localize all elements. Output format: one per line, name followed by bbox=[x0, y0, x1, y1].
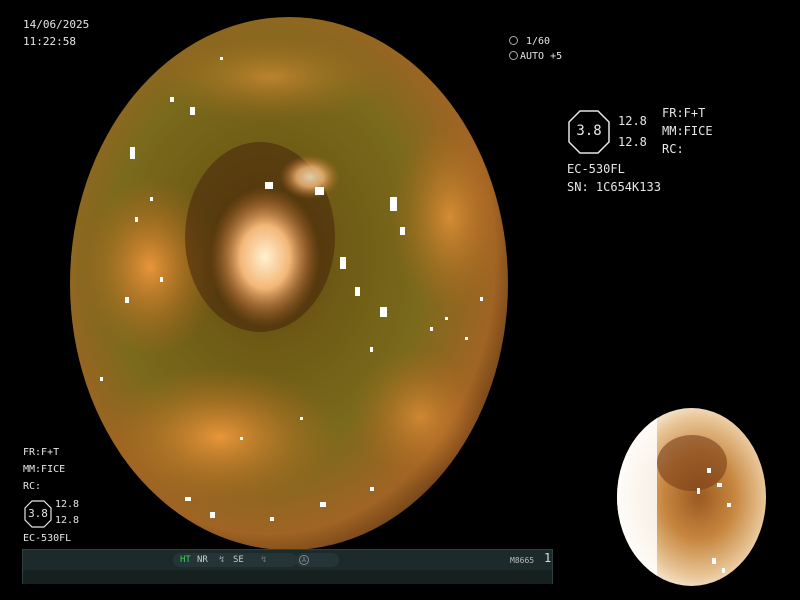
right-mm-label: MM:FICE bbox=[662, 124, 713, 138]
shutter-value: 1/60 bbox=[526, 36, 551, 47]
right-rc-label: RC: bbox=[662, 142, 684, 156]
se-label: SE bbox=[233, 555, 244, 565]
flash-icon: ↯ bbox=[261, 555, 267, 565]
right-value-2: 12.8 bbox=[618, 135, 647, 149]
right-serial-label: SN: 1C654K133 bbox=[567, 180, 661, 194]
ht-label: HT bbox=[180, 555, 191, 565]
status-row: HT NR ↯ SE ↯ A M8665 1 bbox=[23, 550, 552, 569]
date-label: 14/06/2025 bbox=[23, 18, 90, 31]
shutter-icon bbox=[509, 36, 518, 45]
scope-icon: ↯ bbox=[219, 555, 225, 565]
main-endoscope-view bbox=[70, 17, 508, 550]
exposure-row: AUTO +5 bbox=[509, 50, 562, 63]
right-fr-label: FR:F+T bbox=[662, 106, 706, 120]
left-value-2: 12.8 bbox=[55, 515, 80, 526]
exposure-value: AUTO +5 bbox=[520, 51, 563, 62]
time-label: 11:22:58 bbox=[23, 35, 76, 48]
left-magnification-value: 3.8 bbox=[28, 507, 48, 520]
pip-endoscope-view bbox=[617, 408, 766, 586]
right-model-label: EC-530FL bbox=[567, 162, 625, 176]
shutter-row: 1/60 bbox=[509, 35, 550, 48]
a-circle-icon: A bbox=[299, 555, 309, 565]
flash-indicator[interactable]: ↯ bbox=[255, 553, 297, 567]
code-label: M8665 bbox=[510, 556, 535, 565]
left-rc-label: RC: bbox=[23, 481, 42, 492]
a-mode-indicator[interactable]: A bbox=[295, 553, 339, 567]
nr-label: NR bbox=[197, 555, 208, 565]
left-fr-label: FR:F+T bbox=[23, 447, 60, 458]
auto-icon bbox=[509, 51, 518, 60]
left-mm-label: MM:FICE bbox=[23, 464, 66, 475]
left-model-label: EC-530FL bbox=[23, 533, 72, 544]
magnification-value: 3.8 bbox=[576, 123, 602, 139]
status-bar-bottom bbox=[23, 570, 552, 584]
left-value-1: 12.8 bbox=[55, 499, 80, 510]
page-number: 1 bbox=[544, 551, 552, 565]
status-bar: HT NR ↯ SE ↯ A M8665 1 bbox=[22, 549, 553, 584]
right-value-1: 12.8 bbox=[618, 114, 647, 128]
